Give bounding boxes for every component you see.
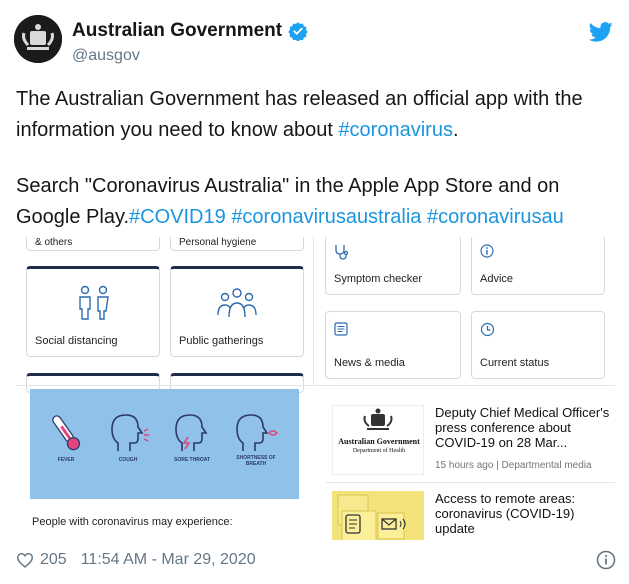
tweet-text-segment: The Australian Government has released a… [16, 88, 583, 141]
tweet-text-segment: . [452, 119, 459, 141]
hashtag-link[interactable]: #coronavirusaustralia [231, 206, 421, 228]
news-title: Deputy Chief Medical Officer's press con… [435, 405, 610, 450]
author-name-line: Australian Government [72, 20, 308, 42]
news-meta: 15 hours ago | Departmental media [435, 460, 592, 471]
hashtag-link[interactable]: #coronavirusau [427, 206, 564, 228]
author-handle[interactable]: @ausgov [72, 47, 140, 65]
symptom-label: COUGH [118, 457, 138, 463]
symptom-label: SHORTNESS OF BREATH [236, 455, 276, 467]
tweet-header: Australian Government @ausgov [14, 12, 615, 65]
symptom-label: SORE THROAT [173, 457, 211, 463]
sticky-notes-thumbnail [332, 491, 424, 540]
hashtag-link[interactable]: #coronavirus [338, 119, 453, 141]
card-label: Current status [480, 357, 550, 369]
avatar[interactable] [14, 15, 62, 63]
card-social-distancing: Social distancing [26, 266, 160, 357]
clock-icon [480, 322, 495, 337]
tweet-media-image[interactable]: & others Personal hygiene Social distanc… [16, 237, 615, 540]
news-title: Access to remote areas: coronavirus (COV… [435, 491, 576, 536]
twitter-bird-icon[interactable] [589, 22, 613, 42]
thermometer-icon [36, 411, 96, 460]
verified-badge-icon [288, 22, 308, 41]
sticky-notes-icon [337, 494, 406, 540]
stethoscope-icon [335, 245, 348, 260]
card-label: Symptom checker [334, 273, 423, 285]
sore-throat-head-icon [162, 411, 222, 460]
crowd-icon [217, 288, 257, 318]
card-current-status: Current status [471, 311, 605, 379]
author-name[interactable]: Australian Government [72, 20, 282, 42]
like-count[interactable]: 205 [40, 551, 67, 569]
news-item: Access to remote areas: coronavirus (COV… [326, 491, 615, 540]
department-of-health-logo: Australian Government Department of Heal… [332, 405, 424, 475]
card-label: Public gatherings [179, 335, 264, 347]
people-distancing-icon [79, 285, 109, 320]
card-advice: Advice [471, 237, 605, 295]
tweet-timestamp[interactable]: 11:54 AM - Mar 29, 2020 [81, 551, 256, 569]
info-icon[interactable] [596, 550, 616, 570]
symptoms-intro-text: People with coronavirus may experience: [32, 516, 233, 528]
card-label: Personal hygiene [179, 237, 257, 248]
tweet-text: The Australian Government has released a… [16, 84, 616, 233]
logo-line: Department of Health [352, 448, 406, 454]
card-label: Social distancing [35, 335, 118, 347]
cut-card-right: Personal hygiene [170, 237, 304, 251]
cut-card-left: & others [26, 237, 160, 251]
logo-line: Australian Government [338, 437, 420, 446]
symptom-label: FEVER [57, 457, 75, 463]
newspaper-icon [334, 322, 348, 336]
card-label: News & media [334, 357, 405, 369]
card-public-gatherings: Public gatherings [170, 266, 304, 357]
symptoms-panel: FEVER COUGH SORE THROAT SHORTNESS OF BRE… [30, 389, 299, 499]
coat-of-arms-icon [14, 15, 62, 63]
breath-head-icon [226, 411, 286, 460]
news-item: Australian Government Department of Heal… [326, 405, 615, 475]
card-label: Advice [480, 273, 514, 285]
heart-icon[interactable] [16, 552, 34, 568]
card-label: & others [35, 237, 73, 248]
card-news-media: News & media [325, 311, 461, 379]
card-symptom-checker: Symptom checker [325, 237, 461, 295]
tweet-paragraph-2: Search "Coronavirus Australia" in the Ap… [16, 171, 616, 233]
hashtag-link[interactable]: #COVID19 [129, 206, 226, 228]
cough-head-icon [98, 411, 158, 460]
info-circle-icon [480, 244, 494, 258]
app-screens-top: & others Personal hygiene Social distanc… [16, 237, 615, 393]
tweet-footer: 205 11:54 AM - Mar 29, 2020 [16, 548, 616, 572]
tweet-paragraph-1: The Australian Government has released a… [16, 84, 616, 146]
